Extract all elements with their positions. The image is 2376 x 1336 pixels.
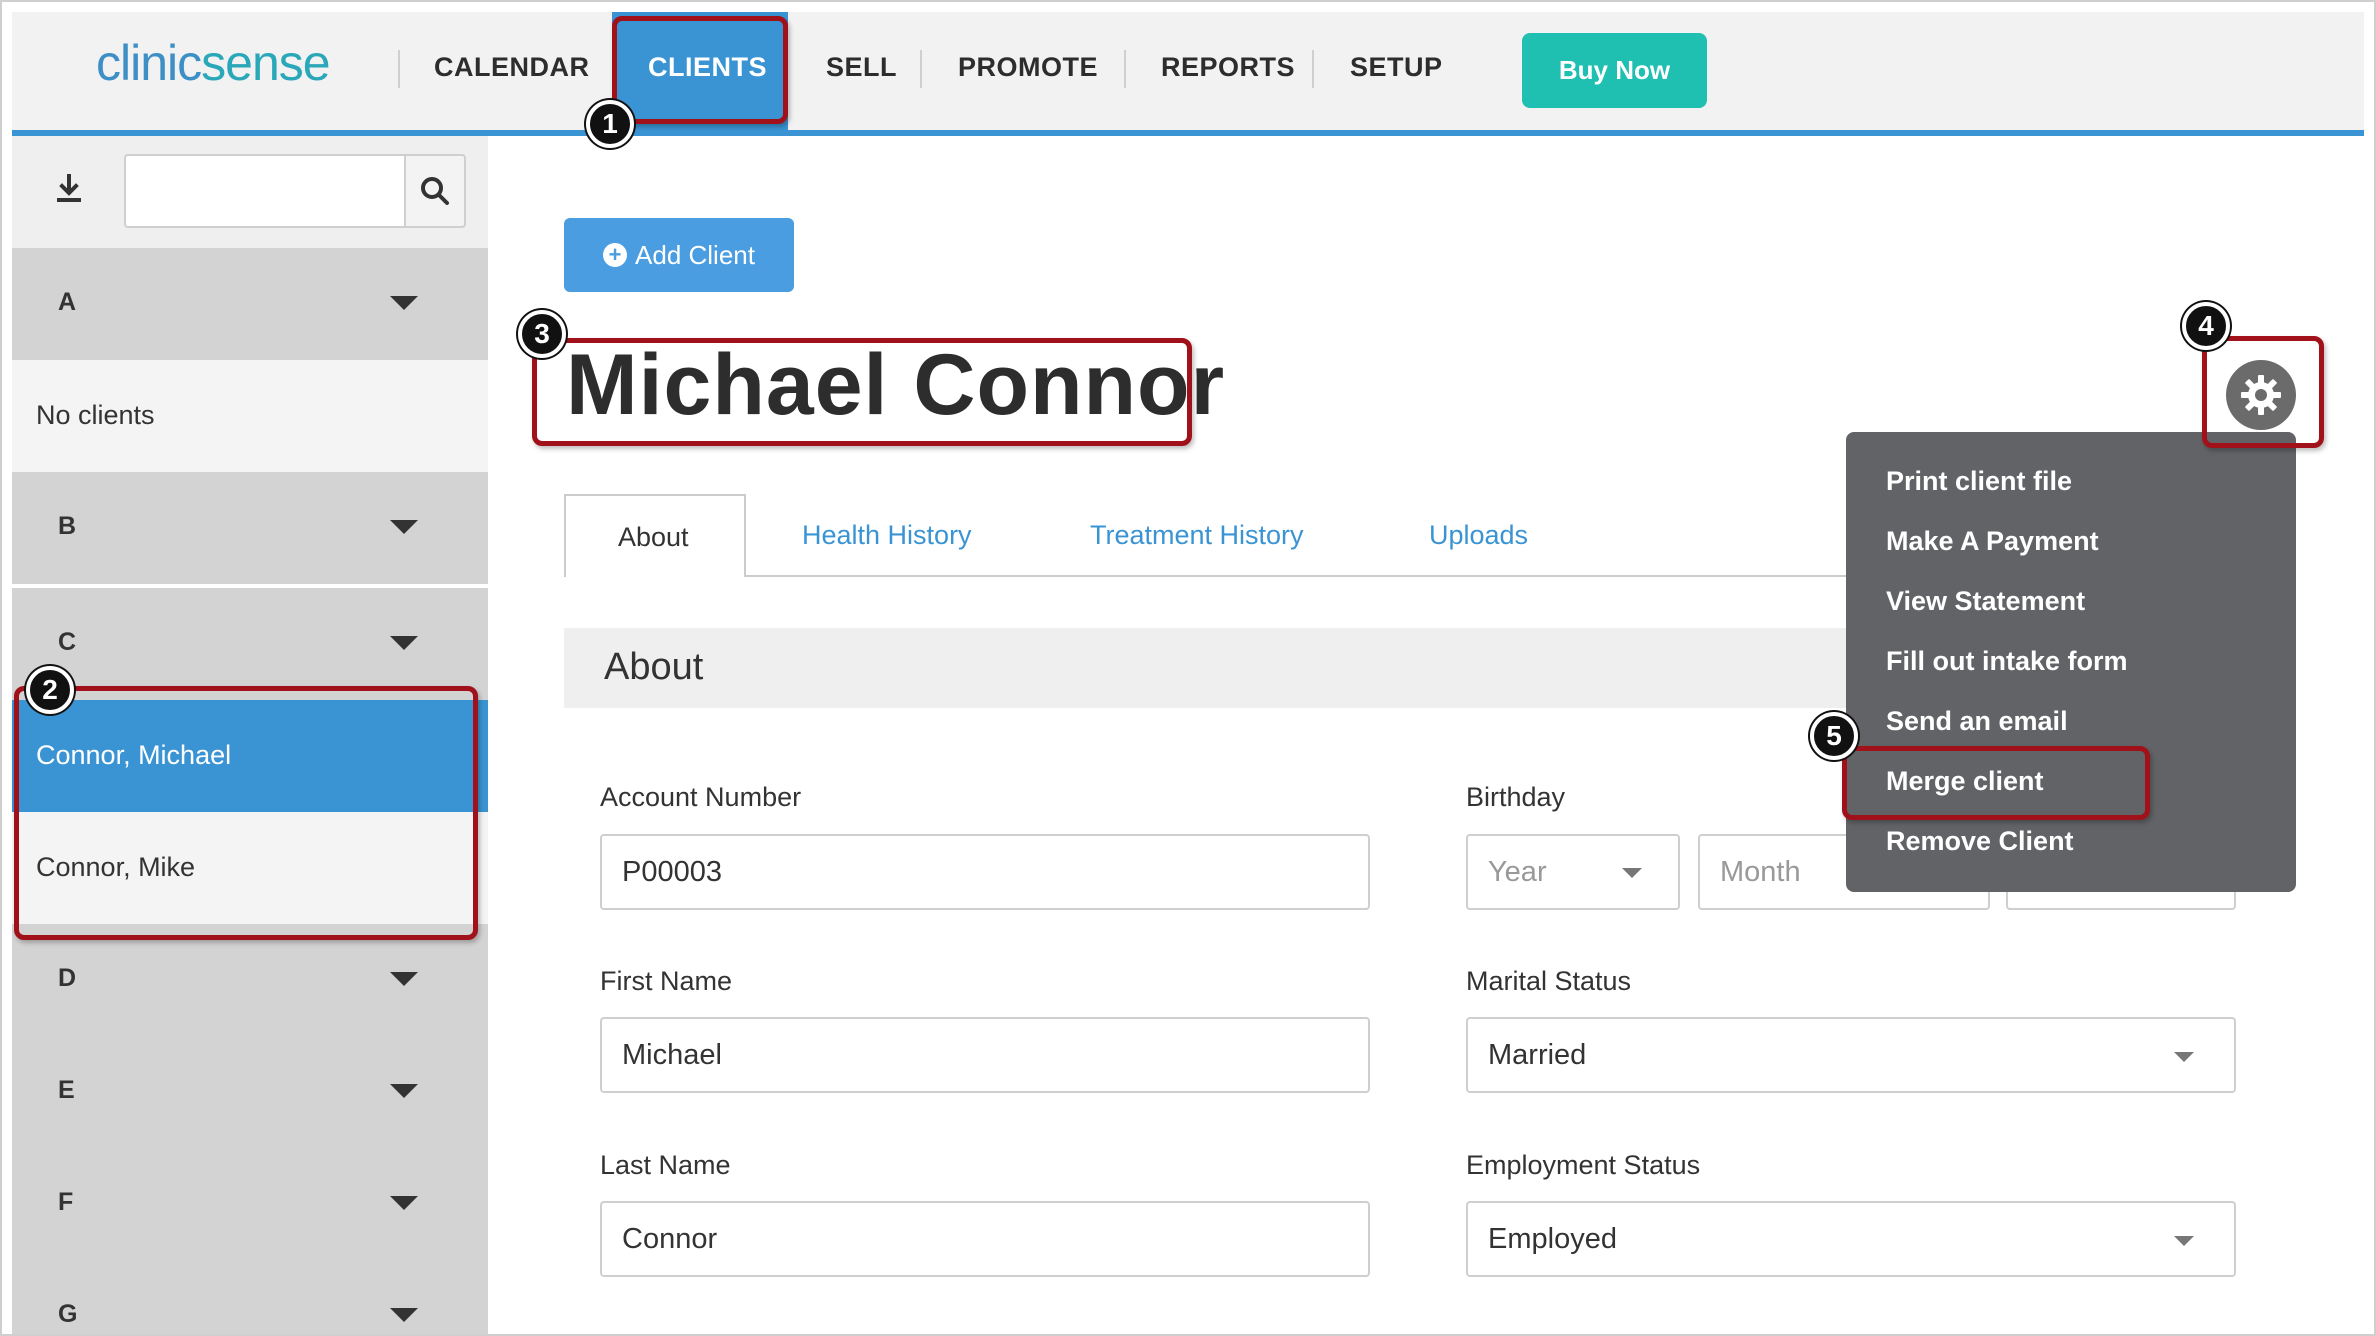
birthday-label: Birthday <box>1466 782 1566 812</box>
group-letter: C <box>58 628 77 656</box>
group-header-b[interactable]: B <box>12 472 488 584</box>
group-header-e[interactable]: E <box>12 1036 488 1148</box>
month-placeholder: Month <box>1720 856 1801 888</box>
first-name-value: Michael <box>622 1039 722 1071</box>
group-header-g[interactable]: G <box>12 1260 488 1336</box>
chevron-down-icon <box>390 972 418 986</box>
chevron-down-icon <box>2174 1052 2194 1062</box>
plus-circle-icon: + <box>603 243 628 267</box>
group-header-a[interactable]: A <box>12 248 488 360</box>
group-letter: B <box>58 512 77 540</box>
account-number-field[interactable]: P00003 <box>600 834 1370 910</box>
last-name-field[interactable]: Connor <box>600 1201 1370 1277</box>
tab-treatment-history[interactable]: Treatment History <box>1090 520 1304 551</box>
nav-divider <box>398 50 400 88</box>
nav-calendar[interactable]: CALENDAR <box>434 52 590 83</box>
group-letter: A <box>58 288 77 316</box>
search-button[interactable] <box>404 154 466 228</box>
add-client-label: Add Client <box>635 239 755 270</box>
step-badge-2: 2 <box>26 666 74 714</box>
year-placeholder: Year <box>1488 856 1547 888</box>
chevron-down-icon <box>390 636 418 650</box>
group-letter: E <box>58 1076 75 1104</box>
account-number-value: P00003 <box>622 856 722 888</box>
client-search-input[interactable] <box>124 154 404 228</box>
app-window: clinicsense CALENDAR CLIENTS SELL PROMOT… <box>0 0 2376 1336</box>
nav-divider <box>1312 50 1314 88</box>
tab-about[interactable]: About <box>564 494 746 577</box>
employment-status-value: Employed <box>1488 1223 1617 1255</box>
section-title: About <box>604 646 704 688</box>
clinicsense-logo[interactable]: clinicsense <box>96 34 331 92</box>
group-letter: D <box>58 964 77 992</box>
nav-setup[interactable]: SETUP <box>1350 52 1443 83</box>
highlight-clients-nav <box>612 16 788 124</box>
menu-item-remove-client[interactable]: Remove Client <box>1886 826 2074 857</box>
chevron-down-icon <box>390 520 418 534</box>
birthday-year-select[interactable]: Year <box>1466 834 1680 910</box>
no-clients-text: No clients <box>36 400 155 430</box>
menu-item-print-client-file[interactable]: Print client file <box>1886 466 2072 497</box>
first-name-field[interactable]: Michael <box>600 1017 1370 1093</box>
step-badge-1: 1 <box>586 100 634 148</box>
group-letter: F <box>58 1188 74 1216</box>
menu-item-view-statement[interactable]: View Statement <box>1886 586 2085 617</box>
step-badge-4: 4 <box>2182 302 2230 350</box>
no-clients-message: No clients <box>12 360 488 472</box>
logo-accent-text: sense <box>201 35 330 91</box>
step-badge-3: 3 <box>518 310 566 358</box>
highlight-client-name <box>532 338 1192 446</box>
employment-status-select[interactable]: Employed <box>1466 1201 2236 1277</box>
chevron-down-icon <box>390 1084 418 1098</box>
tab-label: About <box>618 522 689 552</box>
menu-item-make-a-payment[interactable]: Make A Payment <box>1886 526 2099 557</box>
about-section-header: About <box>564 628 1864 708</box>
marital-status-label: Marital Status <box>1466 966 1632 996</box>
tab-uploads[interactable]: Uploads <box>1429 520 1528 551</box>
last-name-label: Last Name <box>600 1150 731 1180</box>
nav-sell[interactable]: SELL <box>826 52 897 83</box>
chevron-down-icon <box>2174 1236 2194 1246</box>
tab-health-history[interactable]: Health History <box>802 520 972 551</box>
group-header-c[interactable]: C <box>12 588 488 700</box>
marital-status-value: Married <box>1488 1039 1587 1071</box>
nav-promote[interactable]: PROMOTE <box>958 52 1098 83</box>
menu-item-send-an-email[interactable]: Send an email <box>1886 706 2068 737</box>
first-name-label: First Name <box>600 966 733 996</box>
marital-status-select[interactable]: Married <box>1466 1017 2236 1093</box>
chevron-down-icon <box>1622 868 1642 878</box>
highlight-merge-client <box>1842 746 2150 820</box>
highlight-settings-gear <box>2202 336 2324 448</box>
group-header-f[interactable]: F <box>12 1148 488 1260</box>
chevron-down-icon <box>390 1196 418 1210</box>
search-icon <box>421 177 449 205</box>
download-icon[interactable] <box>52 172 86 206</box>
highlight-client-list <box>14 686 478 940</box>
tabs-divider <box>564 575 1864 577</box>
add-client-button[interactable]: + Add Client <box>564 218 794 292</box>
chevron-down-icon <box>390 1308 418 1322</box>
group-letter: G <box>58 1300 78 1328</box>
nav-divider <box>1124 50 1126 88</box>
account-number-label: Account Number <box>600 782 802 812</box>
step-badge-5: 5 <box>1810 712 1858 760</box>
nav-divider <box>920 50 922 88</box>
group-header-d[interactable]: D <box>12 924 488 1036</box>
logo-text: clinic <box>96 35 202 91</box>
last-name-value: Connor <box>622 1223 718 1255</box>
menu-item-fill-out-intake-form[interactable]: Fill out intake form <box>1886 646 2128 677</box>
employment-status-label: Employment Status <box>1466 1150 1701 1180</box>
buy-now-button[interactable]: Buy Now <box>1522 33 1707 108</box>
chevron-down-icon <box>390 296 418 310</box>
nav-reports[interactable]: REPORTS <box>1161 52 1295 83</box>
